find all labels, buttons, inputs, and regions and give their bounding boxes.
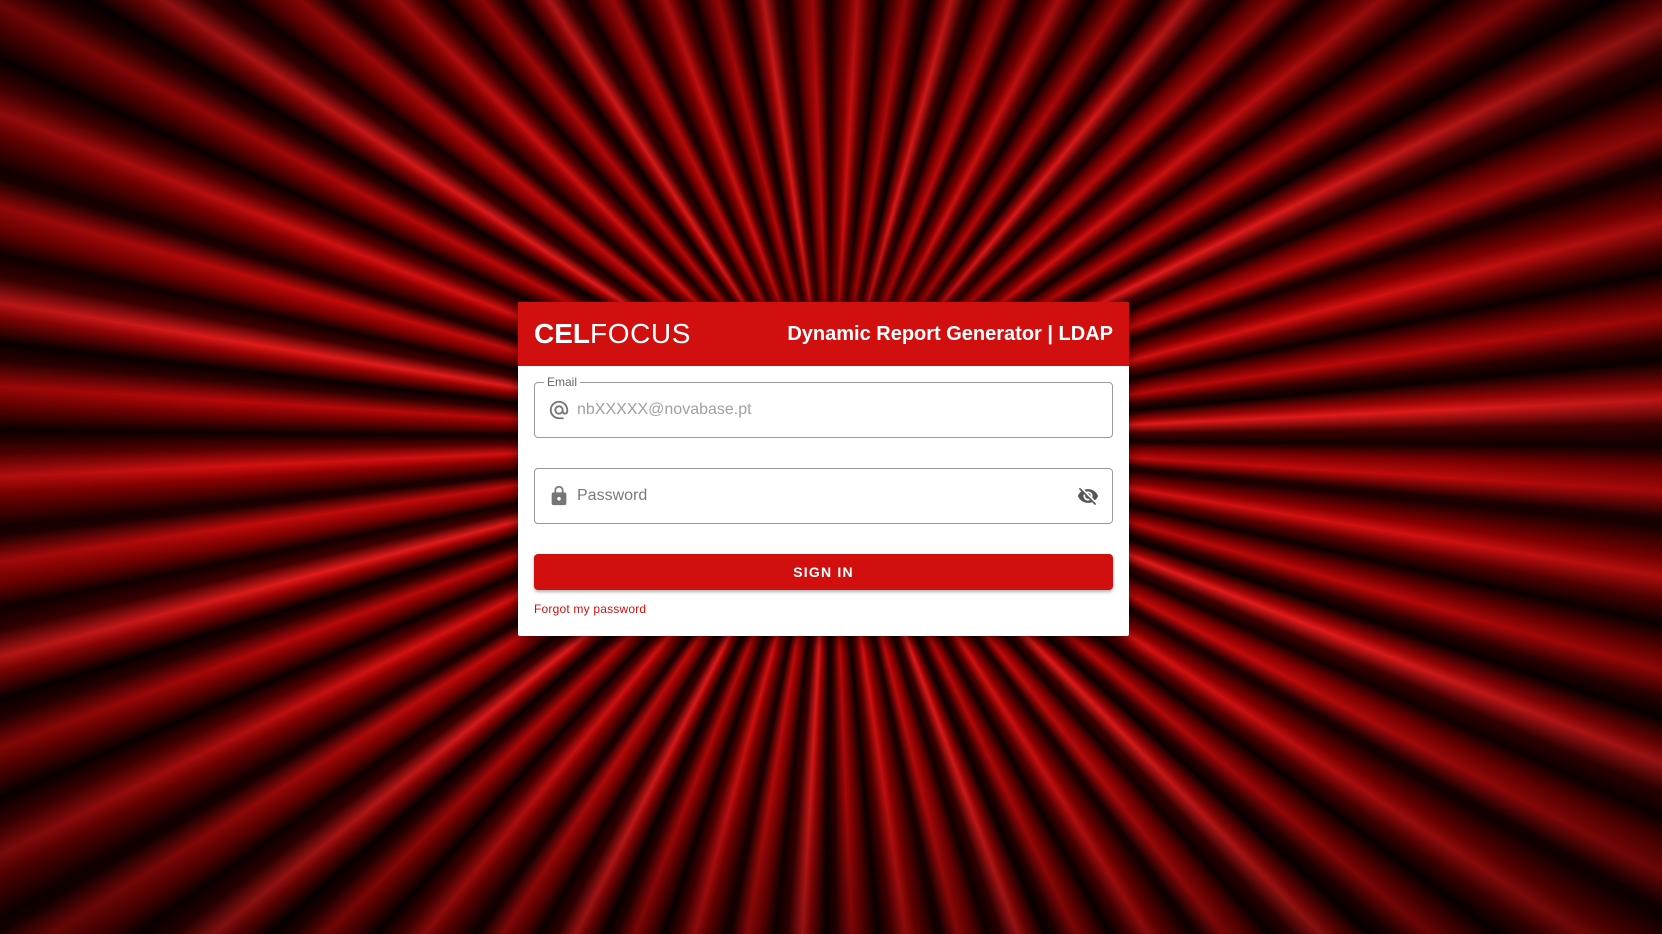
password-field[interactable]	[534, 468, 1113, 524]
eye-off-icon[interactable]	[1076, 484, 1100, 508]
login-form: Email SIGN IN Forgot my passwor	[518, 366, 1129, 618]
celfocus-logo: CEL FOCUS	[534, 320, 691, 348]
password-input[interactable]	[575, 486, 1076, 506]
email-label: Email	[544, 374, 581, 390]
card-header: CEL FOCUS Dynamic Report Generator | LDAP	[518, 302, 1129, 366]
at-sign-icon	[547, 398, 571, 422]
logo-bold-text: CEL	[534, 318, 590, 349]
email-field[interactable]: Email	[534, 374, 1113, 438]
app-title: Dynamic Report Generator | LDAP	[787, 322, 1113, 345]
email-input[interactable]	[575, 400, 1112, 420]
forgot-password-link[interactable]: Forgot my password	[534, 602, 646, 616]
lock-icon	[547, 484, 571, 508]
login-card: CEL FOCUS Dynamic Report Generator | LDAP…	[518, 302, 1129, 636]
sign-in-button[interactable]: SIGN IN	[534, 554, 1113, 590]
logo-light-text: FOCUS	[590, 318, 691, 349]
